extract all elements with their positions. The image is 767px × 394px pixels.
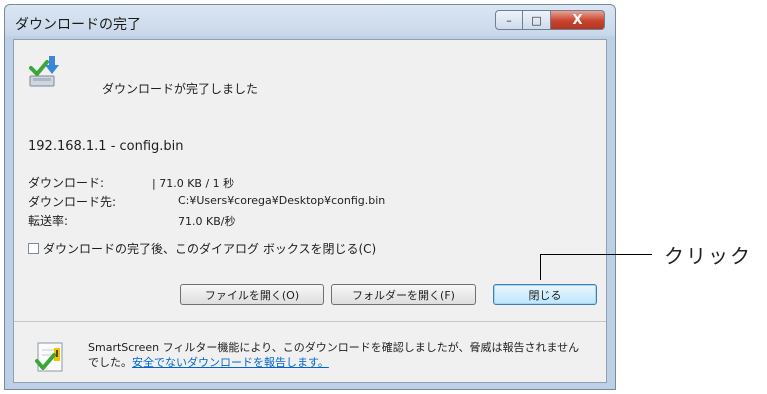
- smartscreen-message: SmartScreen フィルター機能により、このダウンロードを確認しましたが、…: [88, 340, 588, 370]
- window-title: ダウンロードの完了: [15, 17, 141, 33]
- separator: [14, 321, 606, 322]
- open-folder-button[interactable]: フォルダーを開く(F): [331, 284, 476, 305]
- open-file-button[interactable]: ファイルを開く(O): [180, 284, 324, 305]
- download-complete-icon: [27, 54, 63, 90]
- file-name: 192.168.1.1 - config.bin: [28, 139, 184, 154]
- destination-value: C:¥Users¥corega¥Desktop¥config.bin: [178, 194, 386, 207]
- download-size-value: | 71.0 KB / 1 秒: [152, 177, 235, 190]
- download-complete-dialog: ダウンロードの完了 – □ X ダウンロードが完了しました 192.168.1.…: [4, 4, 616, 390]
- download-size-label: ダウンロード:: [28, 176, 105, 190]
- shield-check-icon: [34, 341, 68, 375]
- dialog-body: ダウンロードが完了しました 192.168.1.1 - config.bin ダ…: [13, 39, 607, 383]
- annotation-line: [540, 254, 652, 255]
- report-unsafe-download-link[interactable]: 安全でないダウンロードを報告します。: [132, 356, 329, 369]
- destination-label: ダウンロード先:: [28, 195, 117, 209]
- click-annotation: クリック: [664, 244, 752, 268]
- close-on-complete-option[interactable]: ダウンロードの完了後、このダイアログ ボックスを閉じる(C): [28, 240, 376, 257]
- close-on-complete-checkbox[interactable]: [28, 243, 39, 254]
- download-complete-message: ダウンロードが完了しました: [102, 82, 259, 96]
- transfer-rate-label: 転送率:: [28, 214, 69, 228]
- minimize-button[interactable]: –: [495, 10, 523, 30]
- annotation-pointer: [540, 254, 541, 280]
- title-bar: ダウンロードの完了 – □ X: [5, 5, 615, 39]
- close-window-button[interactable]: X: [551, 10, 605, 30]
- maximize-button[interactable]: □: [523, 10, 551, 30]
- transfer-rate-value: 71.0 KB/秒: [178, 215, 236, 228]
- close-button[interactable]: 閉じる: [493, 284, 597, 305]
- close-on-complete-label[interactable]: ダウンロードの完了後、このダイアログ ボックスを閉じる(C): [43, 240, 376, 257]
- window-controls: – □ X: [495, 10, 605, 30]
